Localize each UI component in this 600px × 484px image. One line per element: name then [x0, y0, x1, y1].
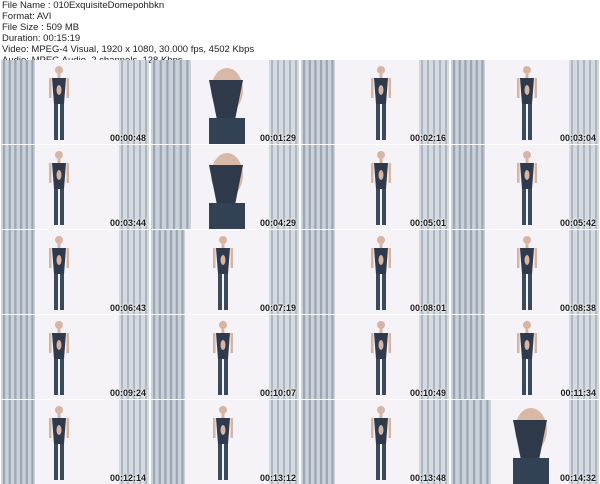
- thumbnail-frame-image: [151, 315, 299, 399]
- thumbnail-grid: 00:00:48 00:01:29 00:02:16 00:03:04 00:03:44…: [0, 60, 600, 484]
- format-line: Format: AVI: [2, 11, 52, 22]
- thumbnail-frame-image: [1, 400, 149, 484]
- thumbnail-frame-image: [1, 145, 149, 229]
- thumbnail-frame-image: [301, 400, 449, 484]
- thumbnail-frame-image: [451, 60, 599, 144]
- thumbnail-frame-image: [151, 60, 299, 144]
- thumbnail-frame-image: [451, 230, 599, 314]
- video-thumbnail: 00:09:24: [1, 315, 149, 399]
- thumbnail-frame-image: [301, 230, 449, 314]
- thumbnail-timestamp: 00:08:38: [559, 303, 596, 313]
- thumbnail-timestamp: 00:05:42: [559, 218, 596, 228]
- thumbnail-timestamp: 00:03:44: [109, 218, 146, 228]
- video-thumbnail: 00:12:14: [1, 400, 149, 484]
- video-thumbnail: 00:04:29: [151, 145, 299, 229]
- video-thumbnail: 00:13:48: [301, 400, 449, 484]
- video-thumbnail: 00:08:38: [451, 230, 599, 314]
- thumbnail-timestamp: 00:11:34: [560, 388, 596, 398]
- thumbnail-timestamp: 00:09:24: [109, 388, 146, 398]
- video-thumbnail: 00:13:12: [151, 400, 299, 484]
- thumbnail-timestamp: 00:02:16: [409, 133, 446, 143]
- file-name-line: File Name : 010ExquisiteDomepohbkn: [2, 0, 165, 11]
- thumbnail-timestamp: 00:07:19: [259, 303, 296, 313]
- video-thumbnail: 00:11:34: [451, 315, 599, 399]
- video-thumbnail: 00:00:48: [1, 60, 149, 144]
- thumbnail-frame-image: [451, 315, 599, 399]
- thumbnail-timestamp: 00:08:01: [409, 303, 446, 313]
- video-thumbnail: 00:01:29: [151, 60, 299, 144]
- thumbnail-timestamp: 00:10:49: [409, 388, 446, 398]
- video-thumbnail: 00:05:01: [301, 145, 449, 229]
- thumbnail-timestamp: 00:10:07: [259, 388, 296, 398]
- thumbnail-frame-image: [1, 315, 149, 399]
- video-thumbnail: 00:07:19: [151, 230, 299, 314]
- thumbnail-timestamp: 00:00:48: [109, 133, 146, 143]
- file-size-line: File Size : 509 MB: [2, 22, 80, 33]
- thumbnail-frame-image: [151, 400, 299, 484]
- thumbnail-frame-image: [451, 145, 599, 229]
- thumbnail-frame-image: [301, 145, 449, 229]
- thumbnail-timestamp: 00:04:29: [259, 218, 296, 228]
- thumbnail-timestamp: 00:05:01: [409, 218, 446, 228]
- video-thumbnail: 00:03:44: [1, 145, 149, 229]
- thumbnail-frame-image: [151, 230, 299, 314]
- thumbnail-timestamp: 00:01:29: [259, 133, 296, 143]
- thumbnail-frame-image: [301, 315, 449, 399]
- video-thumbnail: 00:10:07: [151, 315, 299, 399]
- thumbnail-frame-image: [1, 230, 149, 314]
- thumbnail-frame-image: [451, 400, 599, 484]
- thumbnail-timestamp: 00:06:43: [109, 303, 146, 313]
- thumbnail-frame-image: [301, 60, 449, 144]
- thumbnail-timestamp: 00:03:04: [559, 133, 596, 143]
- duration-line: Duration: 00:15:19: [2, 33, 81, 44]
- video-thumbnail: 00:08:01: [301, 230, 449, 314]
- video-info-line: Video: MPEG-4 Visual, 1920 x 1080, 30.00…: [2, 44, 255, 55]
- video-thumbnail: 00:02:16: [301, 60, 449, 144]
- file-info-header: File Name : 010ExquisiteDomepohbkn Forma…: [2, 0, 598, 66]
- video-thumbnail: 00:06:43: [1, 230, 149, 314]
- video-thumbnail: 00:03:04: [451, 60, 599, 144]
- thumbnail-frame-image: [151, 145, 299, 229]
- video-thumbnail: 00:05:42: [451, 145, 599, 229]
- video-thumbnail: 00:14:32: [451, 400, 599, 484]
- thumbnail-frame-image: [1, 60, 149, 144]
- video-thumbnail: 00:10:49: [301, 315, 449, 399]
